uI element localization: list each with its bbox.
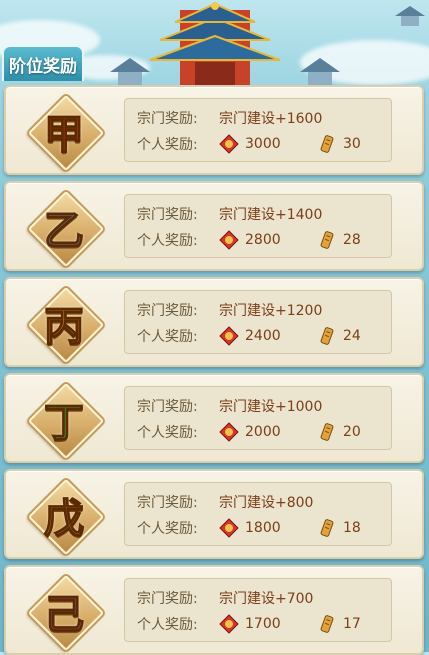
rank-badge: 丙 bbox=[27, 286, 105, 364]
personal-reward-label: 个人奖励: bbox=[137, 617, 198, 633]
reward-panel: 宗门奖励: 宗门建设+1400 个人奖励: 2800 28 bbox=[124, 194, 392, 258]
personal-reward-row: 个人奖励: 2000 20 bbox=[137, 421, 387, 443]
sect-reward-row: 宗门奖励: 宗门建设+1200 bbox=[137, 299, 322, 321]
scroll-reward: 24 bbox=[317, 326, 361, 346]
gem-reward: 1800 bbox=[219, 518, 281, 538]
scroll-amount: 18 bbox=[343, 520, 361, 536]
tab-rank-rewards[interactable]: 阶位奖励 bbox=[2, 45, 84, 81]
reward-panel: 宗门奖励: 宗门建设+1200 个人奖励: 2400 24 bbox=[124, 290, 392, 354]
rank-glyph: 丙 bbox=[43, 302, 85, 351]
reward-card: 丙 宗门奖励: 宗门建设+1200 个人奖励: 2400 24 bbox=[4, 277, 424, 367]
rank-glyph: 甲 bbox=[43, 110, 85, 159]
personal-reward-label: 个人奖励: bbox=[137, 329, 198, 345]
scroll-reward: 18 bbox=[317, 518, 361, 538]
sect-reward-label: 宗门奖励: bbox=[137, 111, 198, 127]
rank-badge: 乙 bbox=[27, 190, 105, 268]
scroll-amount: 24 bbox=[343, 328, 361, 344]
gem-reward: 1700 bbox=[219, 614, 281, 634]
gem-amount: 2400 bbox=[245, 328, 281, 344]
sect-reward-value: 宗门建设+1400 bbox=[219, 207, 323, 223]
gem-reward: 2400 bbox=[219, 326, 281, 346]
reward-panel: 宗门奖励: 宗门建设+700 个人奖励: 1700 17 bbox=[124, 578, 392, 642]
scroll-reward: 17 bbox=[317, 614, 361, 634]
personal-reward-row: 个人奖励: 1700 17 bbox=[137, 613, 387, 635]
personal-reward-label: 个人奖励: bbox=[137, 521, 198, 537]
rank-glyph: 己 bbox=[43, 590, 85, 639]
gem-coin-icon bbox=[219, 230, 239, 250]
gem-coin-icon bbox=[219, 422, 239, 442]
scroll-reward: 20 bbox=[317, 422, 361, 442]
rank-badge: 戊 bbox=[27, 478, 105, 556]
gem-coin-icon bbox=[219, 614, 239, 634]
rank-glyph: 乙 bbox=[43, 206, 85, 255]
reward-card: 己 宗门奖励: 宗门建设+700 个人奖励: 1700 17 bbox=[4, 565, 424, 655]
scroll-icon bbox=[317, 614, 337, 634]
scroll-icon bbox=[317, 230, 337, 250]
sect-reward-label: 宗门奖励: bbox=[137, 591, 198, 607]
scroll-amount: 28 bbox=[343, 232, 361, 248]
scroll-reward: 30 bbox=[317, 134, 361, 154]
sect-reward-value: 宗门建设+1000 bbox=[219, 399, 323, 415]
rank-badge: 丁 bbox=[27, 382, 105, 460]
sect-reward-value: 宗门建设+1200 bbox=[219, 303, 323, 319]
gem-coin-icon bbox=[219, 134, 239, 154]
palace-roof bbox=[149, 2, 281, 87]
side-pavilion bbox=[110, 6, 425, 88]
sect-reward-value: 宗门建设+800 bbox=[219, 495, 314, 511]
reward-card: 丁 宗门奖励: 宗门建设+1000 个人奖励: 2000 20 bbox=[4, 373, 424, 463]
gem-amount: 2800 bbox=[245, 232, 281, 248]
gem-amount: 1800 bbox=[245, 520, 281, 536]
sect-reward-label: 宗门奖励: bbox=[137, 303, 198, 319]
sect-reward-value: 宗门建设+700 bbox=[219, 591, 314, 607]
gem-amount: 1700 bbox=[245, 616, 281, 632]
scroll-amount: 30 bbox=[343, 136, 361, 152]
gem-amount: 3000 bbox=[245, 136, 281, 152]
reward-panel: 宗门奖励: 宗门建设+800 个人奖励: 1800 18 bbox=[124, 482, 392, 546]
sect-reward-row: 宗门奖励: 宗门建设+1600 bbox=[137, 107, 322, 129]
reward-card: 甲 宗门奖励: 宗门建设+1600 个人奖励: 3000 30 bbox=[4, 85, 424, 175]
sect-reward-row: 宗门奖励: 宗门建设+800 bbox=[137, 491, 313, 513]
rank-badge: 甲 bbox=[27, 94, 105, 172]
scroll-reward: 28 bbox=[317, 230, 361, 250]
gem-reward: 3000 bbox=[219, 134, 281, 154]
sect-reward-label: 宗门奖励: bbox=[137, 399, 198, 415]
sect-reward-row: 宗门奖励: 宗门建设+700 bbox=[137, 587, 313, 609]
rank-glyph: 戊 bbox=[43, 494, 85, 543]
reward-card: 乙 宗门奖励: 宗门建设+1400 个人奖励: 2800 28 bbox=[4, 181, 424, 271]
scroll-icon bbox=[317, 326, 337, 346]
scroll-icon bbox=[317, 518, 337, 538]
personal-reward-row: 个人奖励: 1800 18 bbox=[137, 517, 387, 539]
personal-reward-label: 个人奖励: bbox=[137, 233, 198, 249]
gem-coin-icon bbox=[219, 518, 239, 538]
scroll-icon bbox=[317, 134, 337, 154]
sect-reward-label: 宗门奖励: bbox=[137, 207, 198, 223]
reward-card: 戊 宗门奖励: 宗门建设+800 个人奖励: 1800 18 bbox=[4, 469, 424, 559]
personal-reward-row: 个人奖励: 2800 28 bbox=[137, 229, 387, 251]
scroll-icon bbox=[317, 422, 337, 442]
personal-reward-row: 个人奖励: 2400 24 bbox=[137, 325, 387, 347]
gem-amount: 2000 bbox=[245, 424, 281, 440]
sect-reward-label: 宗门奖励: bbox=[137, 495, 198, 511]
sect-reward-row: 宗门奖励: 宗门建设+1400 bbox=[137, 203, 322, 225]
reward-panel: 宗门奖励: 宗门建设+1000 个人奖励: 2000 20 bbox=[124, 386, 392, 450]
scroll-amount: 20 bbox=[343, 424, 361, 440]
reward-panel: 宗门奖励: 宗门建设+1600 个人奖励: 3000 30 bbox=[124, 98, 392, 162]
personal-reward-label: 个人奖励: bbox=[137, 137, 198, 153]
gem-coin-icon bbox=[219, 326, 239, 346]
sect-reward-value: 宗门建设+1600 bbox=[219, 111, 323, 127]
sect-reward-row: 宗门奖励: 宗门建设+1000 bbox=[137, 395, 322, 417]
gem-reward: 2000 bbox=[219, 422, 281, 442]
personal-reward-row: 个人奖励: 3000 30 bbox=[137, 133, 387, 155]
gem-reward: 2800 bbox=[219, 230, 281, 250]
personal-reward-label: 个人奖励: bbox=[137, 425, 198, 441]
scroll-amount: 17 bbox=[343, 616, 361, 632]
rank-glyph: 丁 bbox=[43, 398, 85, 447]
rank-badge: 己 bbox=[27, 574, 105, 652]
